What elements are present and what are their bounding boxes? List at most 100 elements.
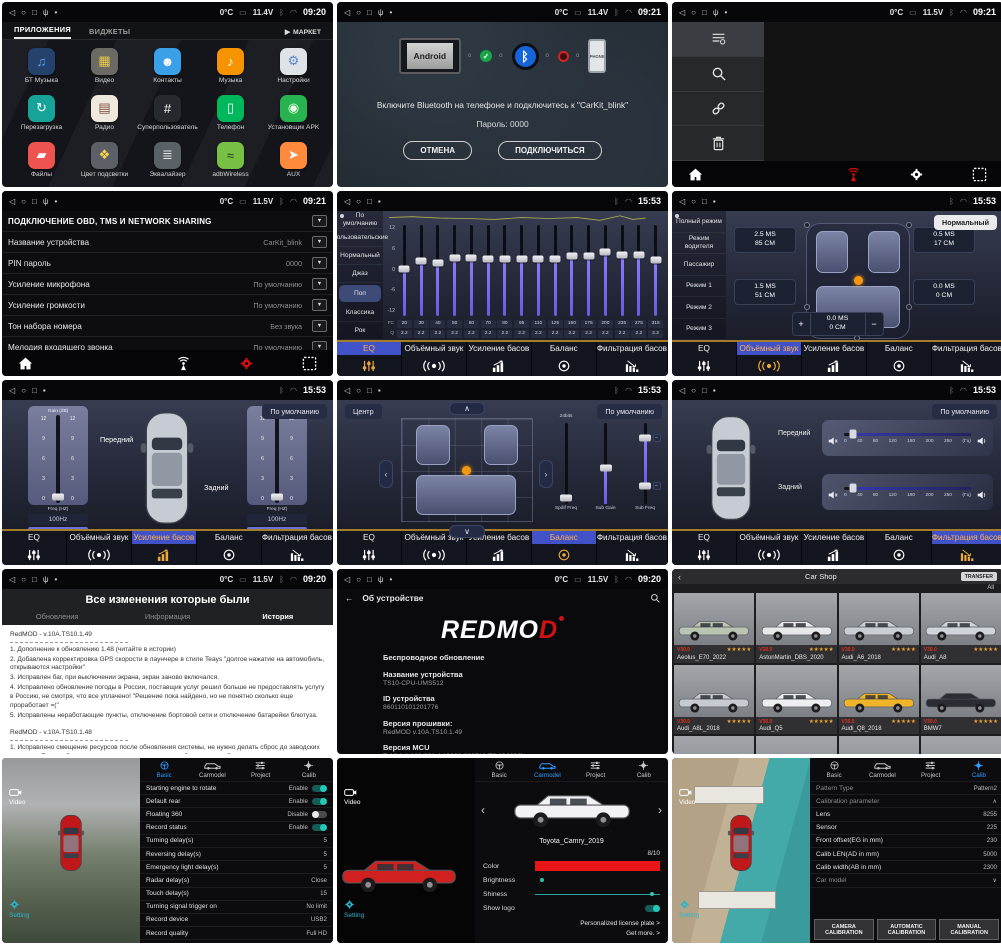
setting-row[interactable]: Starting engine to rotateEnable xyxy=(140,782,333,795)
eq-band[interactable]: 302.2 xyxy=(413,225,430,338)
transfer-button[interactable]: TRANSFER xyxy=(961,572,997,581)
radio-antenna-button[interactable] xyxy=(176,356,191,371)
settings-row[interactable]: Усиление громкостиПо умолчанию▼ xyxy=(2,295,333,316)
tab-filter[interactable]: Фильтрация басов xyxy=(597,342,668,376)
eq-slider-handle[interactable] xyxy=(650,256,661,263)
speaker-icon[interactable] xyxy=(977,487,987,497)
tab-bass[interactable]: Усиление басов xyxy=(132,531,197,565)
preset-item[interactable]: Пассажир xyxy=(672,254,726,276)
screen-frame-button[interactable] xyxy=(972,167,987,182)
next-model-button[interactable]: › xyxy=(658,803,662,817)
tab-eq[interactable]: EQ xyxy=(337,531,402,565)
home-icon[interactable]: ○ xyxy=(691,386,696,395)
front-right-delay[interactable]: 0.5 MS17 CM xyxy=(913,227,975,253)
back-arrow-icon[interactable]: ← xyxy=(345,593,353,603)
tab-widgets[interactable]: ВИДЖЕТЫ xyxy=(89,27,130,39)
eq-slider-handle[interactable] xyxy=(566,252,577,259)
tab-surround[interactable]: Объёмный звук xyxy=(402,342,467,376)
eq-slider-handle[interactable] xyxy=(399,265,410,272)
recents-icon[interactable]: □ xyxy=(367,197,372,206)
setting-row[interactable]: Pattern TypePattern2 xyxy=(810,782,1001,795)
eq-slider-handle[interactable] xyxy=(550,255,561,262)
tab-eq[interactable]: EQ xyxy=(672,342,737,376)
home-icon[interactable]: ○ xyxy=(356,575,361,584)
about-item[interactable]: Беспроводное обновление xyxy=(383,653,622,662)
mute-speaker-icon[interactable] xyxy=(828,433,838,443)
recents-icon[interactable]: □ xyxy=(32,575,37,584)
dropdown-icon[interactable]: ▼ xyxy=(312,299,327,311)
setting-row[interactable]: Emergency light delay(s)5 xyxy=(140,861,333,874)
app-shortcut[interactable]: ⚙Настройки xyxy=(277,48,309,84)
setting-row[interactable]: Touch delay(s)15 xyxy=(140,888,333,901)
recents-icon[interactable]: □ xyxy=(32,8,37,17)
about-item[interactable]: Название устройстваTS10-CPU-UMS512 xyxy=(383,670,622,687)
setting-row[interactable]: Front offset(EG in mm)230 xyxy=(810,835,1001,848)
setting-button[interactable]: Setting xyxy=(344,899,364,919)
default-button[interactable]: По умолчанию xyxy=(932,404,997,419)
arrow-right-button[interactable]: › xyxy=(539,460,553,488)
car-card[interactable]: V30.0★★★★★Audi_Q5 xyxy=(756,665,836,735)
eq-band[interactable]: 502.2 xyxy=(446,225,463,338)
preset-item[interactable]: Полный режим xyxy=(672,211,726,233)
setting-row[interactable]: Default rearEnable xyxy=(140,795,333,808)
back-icon[interactable]: ◁ xyxy=(679,197,685,206)
setting-row[interactable]: Record qualityFull HD xyxy=(140,927,333,940)
trash-tool-button[interactable] xyxy=(672,126,764,161)
mini-adjust-button[interactable]: − xyxy=(653,482,661,490)
setting-row[interactable]: Sensor225 xyxy=(810,822,1001,835)
home-icon[interactable]: ○ xyxy=(356,197,361,206)
recents-icon[interactable]: □ xyxy=(32,386,37,395)
market-link[interactable]: ▶МАРКЕТ xyxy=(285,28,321,39)
app-shortcut[interactable]: ≈adbWireless xyxy=(212,142,248,178)
recents-icon[interactable]: □ xyxy=(367,575,372,584)
home-icon[interactable]: ○ xyxy=(21,8,26,17)
home-button[interactable] xyxy=(688,167,703,182)
rear-left-delay[interactable]: 1.5 MS51 CM xyxy=(734,279,796,305)
car-card[interactable]: V30.0★★★★★BMW7 xyxy=(921,665,1001,735)
recents-icon[interactable]: □ xyxy=(367,8,372,17)
home-icon[interactable]: ○ xyxy=(21,197,26,206)
eq-band[interactable]: 1752.2 xyxy=(580,225,597,338)
default-button[interactable]: По умолчанию xyxy=(262,404,327,419)
setting-row[interactable]: Turning delay(s)5 xyxy=(140,835,333,848)
settings-row[interactable]: Тон набора номераБез звука▼ xyxy=(2,316,333,337)
cancel-button[interactable]: ОТМЕНА xyxy=(403,141,472,160)
tab-balance[interactable]: Баланс xyxy=(867,531,932,565)
back-icon[interactable]: ◁ xyxy=(679,8,685,17)
app-shortcut[interactable]: ➤AUX xyxy=(280,142,307,178)
tab-balance[interactable]: Баланс xyxy=(197,531,262,565)
eq-band[interactable]: 1252.2 xyxy=(547,225,564,338)
sound-style-button[interactable]: Нормальный xyxy=(934,215,997,230)
toggle-on[interactable] xyxy=(312,798,327,805)
prev-model-button[interactable]: ‹ xyxy=(481,803,485,817)
eq-band[interactable]: 402.2 xyxy=(430,225,447,338)
eq-band[interactable]: 2002.2 xyxy=(597,225,614,338)
slider-handle[interactable] xyxy=(639,434,651,441)
app-shortcut[interactable]: ▦Видео xyxy=(91,48,118,84)
car-card[interactable]: V30.0★★★★★Audi_A6_2018 xyxy=(839,593,919,663)
tab-project[interactable]: Project xyxy=(907,758,955,781)
slider-handle[interactable] xyxy=(639,483,651,490)
preset-item[interactable]: Джаз xyxy=(337,265,383,283)
app-shortcut[interactable]: ◉Установщик APK xyxy=(268,95,320,131)
tab-project[interactable]: Project xyxy=(237,758,285,781)
shiness-slider[interactable] xyxy=(535,890,660,898)
preset-item[interactable]: Режим 3 xyxy=(672,319,726,341)
tab-balance[interactable]: Баланс xyxy=(532,531,597,565)
dropdown-icon[interactable]: ▼ xyxy=(312,236,327,248)
tab-bass[interactable]: Усиление басов xyxy=(802,342,867,376)
car-card[interactable]: V30.0★★★★★Audi_Q8_2018 xyxy=(839,665,919,735)
preset-item[interactable]: По умолчанию xyxy=(337,211,383,229)
tab-basic[interactable]: Basic xyxy=(475,758,523,781)
tab-basic[interactable]: Basic xyxy=(810,758,858,781)
eq-band[interactable]: 2352.2 xyxy=(614,225,631,338)
app-shortcut[interactable]: ☻Контакты xyxy=(153,48,181,84)
car-card[interactable]: V30.0★★★★★Audi_A8 xyxy=(921,593,1001,663)
tab-updates[interactable]: Обновления xyxy=(2,609,112,625)
eq-band[interactable]: 702.2 xyxy=(480,225,497,338)
video-button[interactable]: Video xyxy=(344,788,361,806)
app-shortcut[interactable]: ↻Перезагрузка xyxy=(21,95,62,131)
preset-item[interactable]: Режим водителя xyxy=(672,233,726,255)
home-icon[interactable]: ○ xyxy=(691,8,696,17)
recents-icon[interactable]: □ xyxy=(702,197,707,206)
